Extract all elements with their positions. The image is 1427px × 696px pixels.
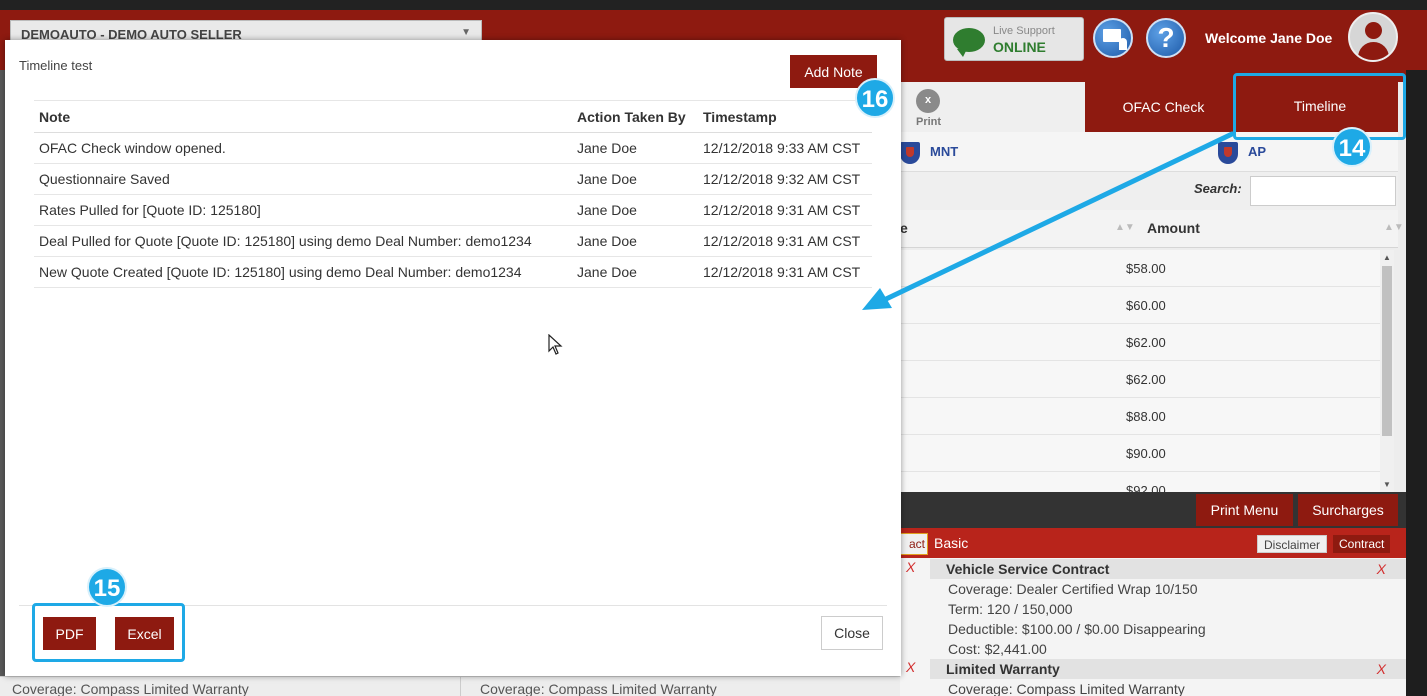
badge-15: 15	[87, 567, 127, 607]
badge-14: 14	[1332, 127, 1372, 167]
badge-16: 16	[855, 78, 895, 118]
screen: DEMOAUTO - DEMO AUTO SELLER ▼ Live Suppo…	[0, 0, 1427, 696]
arrow-icon	[862, 131, 1235, 310]
